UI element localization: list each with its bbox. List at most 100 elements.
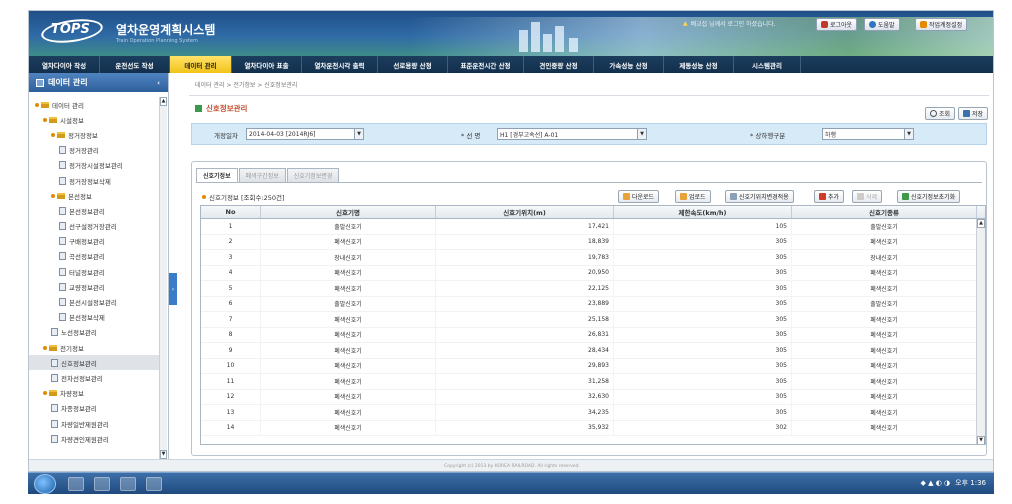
table-row[interactable]: 7 폐색신호기 25,158 305 폐색신호기 — [201, 312, 985, 328]
tab-signal-change[interactable]: 신호기정보변경 — [286, 168, 340, 182]
sidebar-item[interactable]: 차량정보 — [29, 386, 161, 401]
sidebar-item[interactable]: 곡선정보관리 — [29, 249, 161, 264]
sidebar-item[interactable]: 정거장관리 — [29, 143, 161, 158]
document-icon — [59, 298, 66, 307]
upload-button[interactable]: 업로드 — [675, 190, 711, 203]
save-button[interactable]: 저장 — [958, 107, 989, 120]
menu-item[interactable]: 데이터 관리 — [170, 56, 232, 73]
logout-button[interactable]: 로그아웃 — [816, 18, 858, 31]
menu-item[interactable]: 선로용량 산정 — [378, 56, 448, 73]
search-button[interactable]: 조회 — [925, 107, 956, 120]
sidebar-item[interactable]: 본선정보관리 — [29, 203, 161, 218]
sidebar-item[interactable]: 차종정보관리 — [29, 401, 161, 416]
column-header[interactable]: 제한속도(km/h) — [614, 206, 792, 218]
sidebar-item[interactable]: 정거장정보삭제 — [29, 173, 161, 188]
tab-block-section[interactable]: 폐색구간정보 — [238, 168, 286, 182]
document-icon — [51, 434, 58, 443]
tab-signal-info[interactable]: 신호기정보 — [196, 168, 238, 182]
document-icon — [51, 404, 58, 413]
table-row[interactable]: 4 폐색신호기 20,950 305 폐색신호기 — [201, 265, 985, 281]
table-row[interactable]: 13 폐색신호기 34,235 305 폐색신호기 — [201, 405, 985, 421]
sidebar-item[interactable]: 시설정보 — [29, 112, 161, 127]
table-row[interactable]: 8 폐색신호기 26,831 305 폐색신호기 — [201, 327, 985, 343]
expand-icon[interactable] — [51, 132, 55, 137]
sidebar-item[interactable]: 차량일반제원관리 — [29, 416, 161, 431]
add-button[interactable]: 추가 — [814, 190, 845, 203]
reset-signal-info-button[interactable]: 신호기정보초기화 — [897, 190, 961, 203]
table-scrollbar[interactable]: ▲ ▼ — [976, 219, 985, 444]
column-header[interactable]: No — [201, 206, 261, 218]
menu-item[interactable]: 제동성능 산정 — [664, 56, 734, 73]
sidebar-item[interactable]: 노선정보관리 — [29, 325, 161, 340]
menu-item[interactable]: 가속성능 산정 — [594, 56, 664, 73]
sidebar-item[interactable]: 선구설정거장관리 — [29, 219, 161, 234]
taskbar-app-icon[interactable] — [146, 477, 162, 491]
table-cell: 폐색신호기 — [261, 420, 436, 435]
expand-icon[interactable] — [51, 193, 55, 198]
menu-item[interactable]: 운전선도 작성 — [100, 56, 170, 73]
scroll-down-icon[interactable]: ▼ — [977, 436, 985, 444]
apply-position-change-button[interactable]: 신호기위치변경적용 — [725, 190, 794, 203]
table-row[interactable]: 12 폐색신호기 32,630 305 폐색신호기 — [201, 389, 985, 405]
app-logo[interactable]: TOPS — [51, 22, 90, 37]
menu-item[interactable]: 열차운전시각 출력 — [302, 56, 378, 73]
sidebar-item[interactable]: 전기정보 — [29, 340, 161, 355]
column-header[interactable]: 신호기종류 — [792, 206, 977, 218]
table-row[interactable]: 1 출발신호기 17,421 105 출발신호기 — [201, 219, 985, 235]
sidebar-item[interactable]: 정거장시설정보관리 — [29, 158, 161, 173]
scroll-up-icon[interactable]: ▲ — [160, 97, 167, 106]
sidebar-scrollbar[interactable]: ▲ ▼ — [159, 97, 167, 459]
line-select[interactable]: H1 [경부고속선] A-01 ▼ — [497, 128, 647, 140]
scroll-down-icon[interactable]: ▼ — [160, 450, 167, 459]
tray-icons[interactable]: ◆ ▲ ◐ ◑ — [921, 479, 951, 487]
table-row[interactable]: 5 폐색신호기 22,125 305 폐색신호기 — [201, 281, 985, 297]
table-row[interactable]: 2 폐색신호기 18,839 305 폐색신호기 — [201, 234, 985, 250]
start-button[interactable] — [34, 474, 56, 494]
sidebar-collapse-button[interactable]: ‹ — [169, 273, 177, 305]
direction-select[interactable]: 하행 ▼ — [822, 128, 914, 140]
table-row[interactable]: 11 폐색신호기 31,258 305 폐색신호기 — [201, 374, 985, 390]
expand-icon[interactable] — [35, 102, 39, 107]
table-row[interactable]: 14 폐색신호기 35,932 302 폐색신호기 — [201, 420, 985, 436]
sidebar-item[interactable]: 구배정보관리 — [29, 234, 161, 249]
menu-item[interactable]: 견인중량 산정 — [524, 56, 594, 73]
table-row[interactable]: 9 폐색신호기 28,434 305 폐색신호기 — [201, 343, 985, 359]
column-header[interactable]: 신호기위치(m) — [436, 206, 614, 218]
chevron-left-icon[interactable]: ‹ — [157, 79, 160, 87]
sidebar-item[interactable]: 본선정보삭제 — [29, 310, 161, 325]
taskbar-app-icon[interactable] — [94, 477, 110, 491]
sidebar-item[interactable]: 전차선정보관리 — [29, 370, 161, 385]
table-row[interactable]: 3 장내신호기 19,783 305 장내신호기 — [201, 250, 985, 266]
table-cell: 28,434 — [436, 343, 614, 358]
expand-icon[interactable] — [43, 345, 47, 350]
menu-item[interactable]: 표준운전시간 산정 — [448, 56, 524, 73]
sidebar-item[interactable]: 본선정보 — [29, 188, 161, 203]
date-select[interactable]: 2014-04-03 [2014RJ6] ▼ — [246, 128, 364, 140]
delete-button[interactable]: 삭제 — [852, 190, 883, 203]
table-cell: 출발신호기 — [792, 219, 977, 234]
taskbar-app-icon[interactable] — [68, 477, 84, 491]
clock[interactable]: 오후 1:36 — [955, 478, 986, 488]
table-row[interactable]: 6 출발신호기 23,889 305 출발신호기 — [201, 296, 985, 312]
table-cell: 14 — [201, 420, 261, 435]
expand-icon[interactable] — [43, 391, 47, 396]
table-row[interactable]: 10 폐색신호기 29,893 305 폐색신호기 — [201, 358, 985, 374]
expand-icon[interactable] — [43, 117, 47, 122]
sidebar-item[interactable]: 정거장정보 — [29, 127, 161, 142]
sidebar-item[interactable]: 터널정보관리 — [29, 264, 161, 279]
download-button[interactable]: 다운로드 — [618, 190, 660, 203]
table-cell: 출발신호기 — [261, 219, 436, 234]
column-header[interactable]: 신호기명 — [261, 206, 436, 218]
account-settings-button[interactable]: 작업계정설정 — [915, 18, 968, 31]
scroll-up-icon[interactable]: ▲ — [977, 219, 985, 228]
taskbar-app-icon[interactable] — [120, 477, 136, 491]
sidebar-item[interactable]: 본선시설정보관리 — [29, 294, 161, 309]
sidebar-item[interactable]: 신호정보관리 — [29, 355, 161, 371]
help-button[interactable]: 도움말 — [864, 18, 900, 31]
sidebar-item[interactable]: 차량견인제원관리 — [29, 431, 161, 446]
menu-item[interactable]: 시스템관리 — [734, 56, 801, 73]
menu-item[interactable]: 열차다이아 작성 — [29, 56, 100, 73]
menu-item[interactable]: 열차다이아 표출 — [232, 56, 302, 73]
sidebar-item[interactable]: 데이터 관리 — [29, 97, 161, 112]
sidebar-item[interactable]: 교량정보관리 — [29, 279, 161, 294]
